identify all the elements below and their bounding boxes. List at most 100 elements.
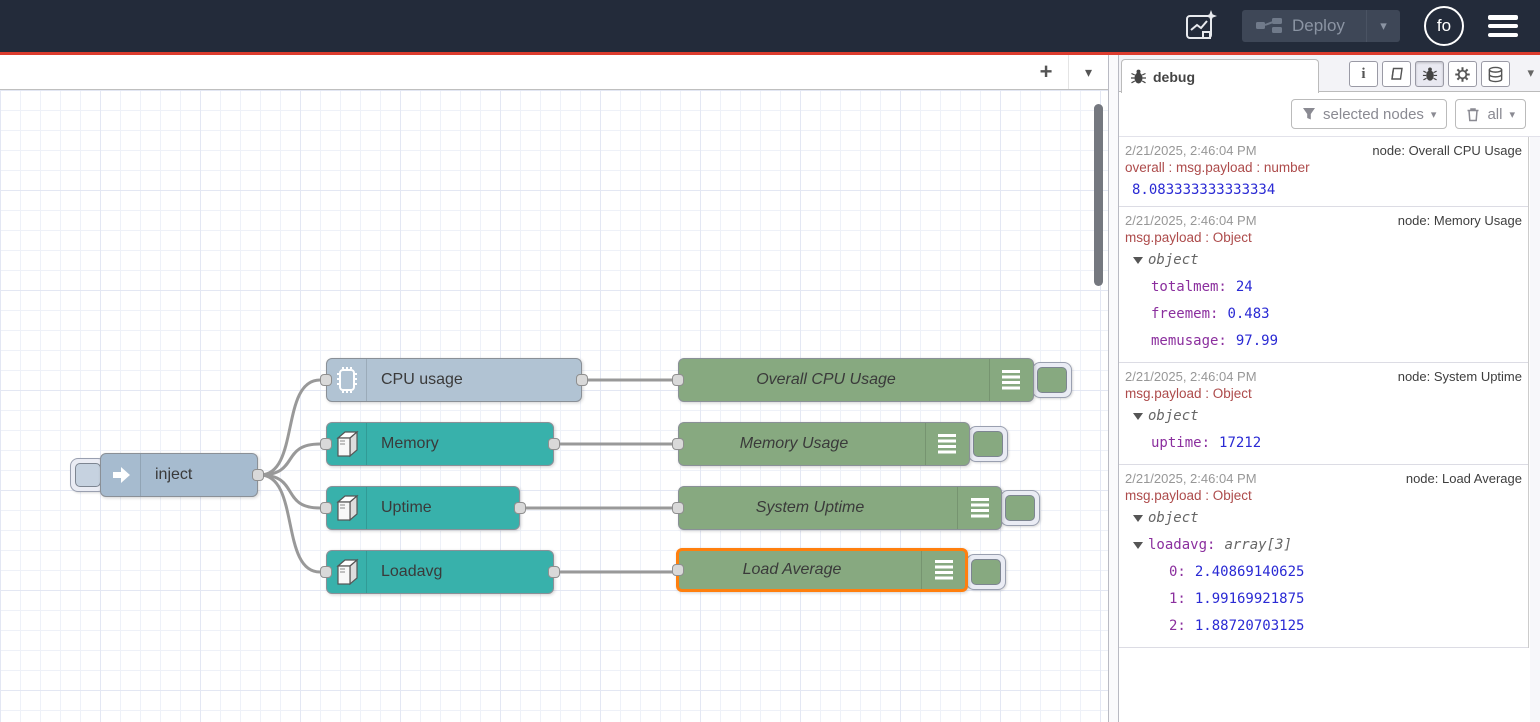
database-icon bbox=[1487, 66, 1504, 83]
node-label: Memory Usage bbox=[740, 435, 864, 453]
debug-message[interactable]: 2/21/2025, 2:46:04 PM node: Overall CPU … bbox=[1119, 137, 1528, 207]
debug-sidebar: debug i bbox=[1119, 55, 1540, 722]
tree-row: uptime: 17212 bbox=[1123, 430, 1524, 457]
debug-list-icon bbox=[957, 487, 1001, 529]
config-tab-button[interactable] bbox=[1448, 61, 1477, 87]
tree-row: freemem: 0.483 bbox=[1123, 301, 1524, 328]
message-source-node: node: System Uptime bbox=[1398, 369, 1522, 384]
book-icon bbox=[1389, 66, 1405, 82]
object-key: totalmem: bbox=[1151, 274, 1227, 301]
input-port[interactable] bbox=[672, 564, 684, 576]
clear-button[interactable]: all ▾ bbox=[1455, 99, 1526, 129]
main-menu-icon[interactable] bbox=[1488, 15, 1518, 37]
node-label: Memory bbox=[367, 435, 439, 453]
message-property: msg.payload : Object bbox=[1123, 385, 1524, 403]
object-value: 24 bbox=[1236, 274, 1253, 301]
pipelines-icon[interactable] bbox=[1182, 8, 1218, 44]
deploy-button[interactable]: Deploy ▾ bbox=[1242, 10, 1400, 42]
input-port[interactable] bbox=[672, 438, 684, 450]
tab-label: debug bbox=[1153, 69, 1195, 85]
flow-list-caret[interactable]: ▾ bbox=[1068, 55, 1108, 89]
input-port[interactable] bbox=[320, 502, 332, 514]
user-avatar[interactable]: fo bbox=[1424, 6, 1464, 46]
flow-canvas[interactable]: inject CPU usage bbox=[0, 90, 1108, 722]
add-flow-button[interactable]: + bbox=[1024, 55, 1068, 89]
wire bbox=[260, 475, 320, 508]
filter-button[interactable]: selected nodes ▾ bbox=[1291, 99, 1447, 129]
wires-layer bbox=[0, 90, 1108, 722]
object-key: memusage: bbox=[1151, 328, 1227, 355]
node-label: CPU usage bbox=[367, 371, 463, 389]
tab-debug[interactable]: debug bbox=[1121, 59, 1319, 93]
debug-toggle-button[interactable] bbox=[1032, 362, 1072, 398]
node-label: Uptime bbox=[367, 499, 432, 517]
array-index: 2: bbox=[1169, 613, 1186, 640]
input-port[interactable] bbox=[320, 438, 332, 450]
info-tab-button[interactable]: i bbox=[1349, 61, 1378, 87]
debug-list-icon bbox=[989, 359, 1033, 401]
debug-toggle-button[interactable] bbox=[966, 554, 1006, 590]
loadavg-node[interactable]: Loadavg bbox=[326, 550, 554, 594]
message-timestamp: 2/21/2025, 2:46:04 PM bbox=[1125, 369, 1257, 384]
input-port[interactable] bbox=[672, 374, 684, 386]
array-value: 1.99169921875 bbox=[1195, 586, 1305, 613]
input-port[interactable] bbox=[320, 374, 332, 386]
tree-row-array[interactable]: loadavg: array[3] bbox=[1123, 532, 1524, 559]
debug-message[interactable]: 2/21/2025, 2:46:04 PM node: Memory Usage… bbox=[1119, 207, 1528, 363]
object-key: loadavg: bbox=[1148, 532, 1215, 559]
message-timestamp: 2/21/2025, 2:46:04 PM bbox=[1125, 143, 1257, 158]
canvas-vertical-scrollbar[interactable] bbox=[1094, 104, 1103, 286]
message-property: msg.payload : Object bbox=[1123, 487, 1524, 505]
clear-label: all bbox=[1487, 106, 1502, 123]
sidebar-resize-handle[interactable] bbox=[1108, 55, 1119, 722]
sidebar-options-caret[interactable]: ▾ bbox=[1527, 65, 1534, 81]
collapse-icon[interactable] bbox=[1133, 542, 1143, 549]
trash-icon bbox=[1466, 107, 1480, 122]
message-timestamp: 2/21/2025, 2:46:04 PM bbox=[1125, 471, 1257, 486]
tree-root[interactable]: object bbox=[1123, 247, 1524, 274]
input-port[interactable] bbox=[672, 502, 684, 514]
debug-toggle-button[interactable] bbox=[968, 426, 1008, 462]
tree-root[interactable]: object bbox=[1123, 403, 1524, 430]
debug-node-uptime[interactable]: System Uptime bbox=[678, 486, 1002, 530]
wire bbox=[260, 444, 320, 475]
debug-node-memory[interactable]: Memory Usage bbox=[678, 422, 970, 466]
output-port[interactable] bbox=[548, 566, 560, 578]
cpu-usage-node[interactable]: CPU usage bbox=[326, 358, 582, 402]
output-port[interactable] bbox=[576, 374, 588, 386]
array-index: 0: bbox=[1169, 559, 1186, 586]
node-label: inject bbox=[141, 466, 192, 484]
node-label: Load Average bbox=[743, 561, 858, 579]
help-tab-button[interactable] bbox=[1382, 61, 1411, 87]
context-tab-button[interactable] bbox=[1481, 61, 1510, 87]
input-port[interactable] bbox=[320, 566, 332, 578]
collapse-icon[interactable] bbox=[1133, 515, 1143, 522]
header-bar: Deploy ▾ fo bbox=[0, 0, 1540, 52]
tree-row: memusage: 97.99 bbox=[1123, 328, 1524, 355]
output-port[interactable] bbox=[514, 502, 526, 514]
output-port[interactable] bbox=[252, 469, 264, 481]
debug-message[interactable]: 2/21/2025, 2:46:04 PM node: Load Average… bbox=[1119, 465, 1528, 648]
deploy-label: Deploy bbox=[1292, 16, 1345, 36]
inject-node[interactable]: inject bbox=[100, 453, 258, 497]
collapse-icon[interactable] bbox=[1133, 257, 1143, 264]
memory-node[interactable]: Memory bbox=[326, 422, 554, 466]
bug-icon bbox=[1422, 66, 1438, 82]
tree-root[interactable]: object bbox=[1123, 505, 1524, 532]
caret-down-icon: ▾ bbox=[1431, 108, 1437, 121]
debug-toggle-button[interactable] bbox=[1000, 490, 1040, 526]
uptime-node[interactable]: Uptime bbox=[326, 486, 520, 530]
message-source-node: node: Overall CPU Usage bbox=[1372, 143, 1522, 158]
message-property: overall : msg.payload : number bbox=[1123, 159, 1524, 177]
output-port[interactable] bbox=[548, 438, 560, 450]
debug-message[interactable]: 2/21/2025, 2:46:04 PM node: System Uptim… bbox=[1119, 363, 1528, 465]
collapse-icon[interactable] bbox=[1133, 413, 1143, 420]
node-red-editor: Deploy ▾ fo + ▾ bbox=[0, 0, 1540, 722]
sidebar-scrollbar[interactable] bbox=[1530, 137, 1540, 722]
debug-tab-button[interactable] bbox=[1415, 61, 1444, 87]
debug-list-icon bbox=[921, 551, 965, 589]
debug-node-overall-cpu[interactable]: Overall CPU Usage bbox=[678, 358, 1034, 402]
deploy-options-caret[interactable]: ▾ bbox=[1366, 10, 1400, 42]
debug-node-loadavg[interactable]: Load Average bbox=[676, 548, 968, 592]
node-label: System Uptime bbox=[756, 499, 880, 517]
